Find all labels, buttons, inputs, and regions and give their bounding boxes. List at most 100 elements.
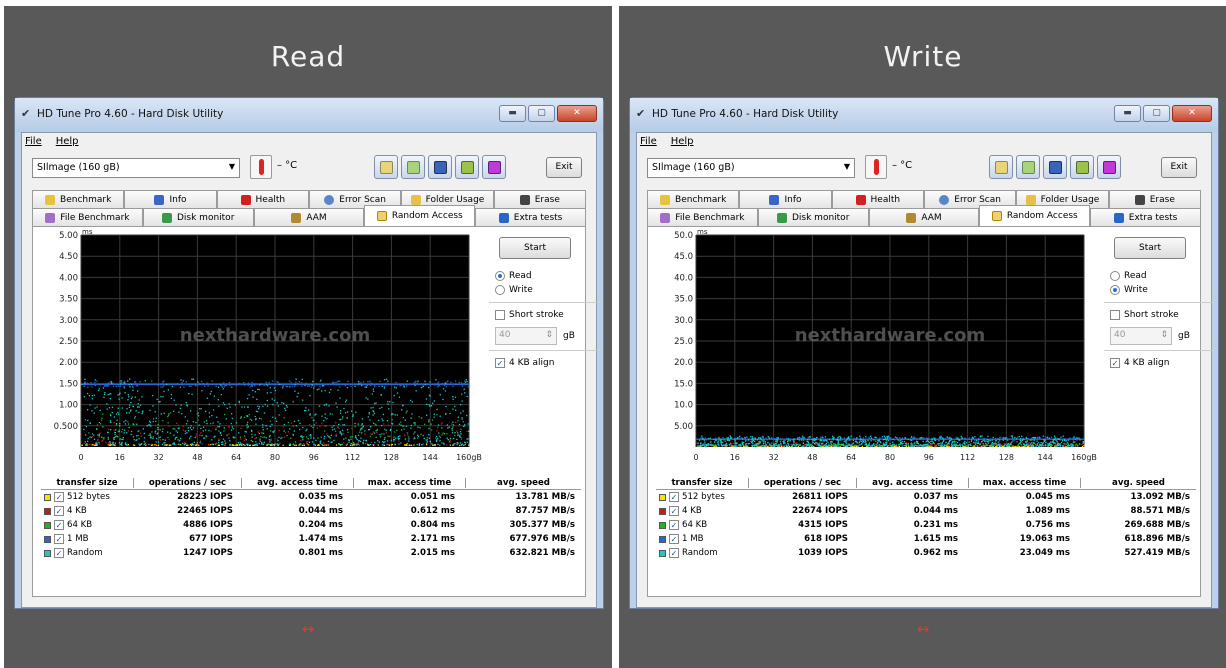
write-radio[interactable] — [495, 285, 505, 295]
options-button[interactable] — [1070, 155, 1094, 179]
series-checkbox[interactable]: ✓ — [669, 520, 679, 530]
data-point — [705, 444, 708, 446]
tab-extra-tests[interactable]: Extra tests — [475, 208, 586, 226]
tab-health[interactable]: Health — [831, 190, 924, 208]
data-point — [838, 435, 840, 438]
tab-extra-tests[interactable]: Extra tests — [1090, 208, 1201, 226]
menu-help[interactable]: Help — [56, 136, 79, 147]
short-stroke-option[interactable]: Short stroke — [1110, 308, 1208, 322]
tab-disk-monitor[interactable]: Disk monitor — [757, 208, 869, 226]
data-point — [335, 402, 337, 404]
series-checkbox[interactable]: ✓ — [669, 548, 679, 558]
drive-select[interactable]: SIlmage (160 gB) ▼ — [32, 158, 240, 178]
series-checkbox[interactable]: ✓ — [54, 534, 64, 544]
data-point — [155, 441, 157, 443]
tab-file-benchmark[interactable]: File Benchmark — [32, 208, 143, 226]
tab-health[interactable]: Health — [216, 190, 309, 208]
stroke-input[interactable]: 40 — [495, 327, 557, 345]
tab-erase[interactable]: Erase — [493, 190, 586, 208]
data-point — [1074, 438, 1076, 440]
stroke-input[interactable]: 40 — [1110, 327, 1172, 345]
data-point — [313, 385, 316, 387]
download-button[interactable] — [1097, 155, 1121, 179]
data-point — [870, 435, 872, 437]
minimize-button[interactable]: ▬ — [1114, 105, 1141, 122]
title-bar[interactable]: ✔ HD Tune Pro 4.60 - Hard Disk Utility ▬… — [15, 98, 603, 132]
data-point — [110, 421, 112, 423]
series-checkbox[interactable]: ✓ — [54, 492, 64, 502]
thermometer-icon[interactable] — [250, 155, 272, 179]
data-point — [244, 430, 246, 433]
write-option[interactable]: Write — [495, 283, 593, 297]
close-button[interactable]: ✕ — [557, 105, 597, 122]
maximize-button[interactable]: ▢ — [528, 105, 555, 122]
thermometer-icon[interactable] — [865, 155, 887, 179]
data-point — [211, 415, 213, 417]
minimize-button[interactable]: ▬ — [499, 105, 526, 122]
read-option[interactable]: Read — [1110, 269, 1208, 283]
short-stroke-checkbox[interactable] — [495, 310, 505, 320]
copy-all-button[interactable] — [401, 155, 425, 179]
options-button[interactable] — [455, 155, 479, 179]
align-checkbox[interactable]: ✓ — [495, 358, 505, 368]
data-point — [938, 440, 940, 442]
tab-aam[interactable]: AAM — [868, 208, 980, 226]
tab-erase[interactable]: Erase — [1108, 190, 1201, 208]
data-point — [144, 442, 146, 444]
short-stroke-option[interactable]: Short stroke — [495, 308, 593, 322]
save-button[interactable] — [428, 155, 452, 179]
data-point — [830, 440, 832, 443]
data-point — [135, 410, 137, 412]
start-button[interactable]: Start — [1114, 237, 1186, 259]
data-point — [998, 444, 1000, 446]
download-button[interactable] — [482, 155, 506, 179]
tab-file-benchmark[interactable]: File Benchmark — [647, 208, 758, 226]
start-button[interactable]: Start — [499, 237, 571, 259]
align-option[interactable]: ✓ 4 KB align — [495, 356, 593, 370]
tab-benchmark[interactable]: Benchmark — [647, 190, 740, 208]
tab-label: Info — [784, 194, 802, 205]
tab-random-access[interactable]: Random Access — [364, 205, 476, 226]
read-option[interactable]: Read — [495, 269, 593, 283]
data-point — [289, 443, 291, 446]
write-option[interactable]: Write — [1110, 283, 1208, 297]
write-radio[interactable] — [1110, 285, 1120, 295]
tab-disk-monitor[interactable]: Disk monitor — [142, 208, 254, 226]
menu-file[interactable]: File — [640, 136, 657, 147]
series-checkbox[interactable]: ✓ — [669, 506, 679, 516]
data-point — [386, 440, 389, 442]
maximize-button[interactable]: ▢ — [1143, 105, 1170, 122]
tab-info[interactable]: Info — [124, 190, 217, 208]
data-point — [455, 409, 457, 411]
copy-info-button[interactable] — [374, 155, 398, 179]
tab-random-access[interactable]: Random Access — [979, 205, 1091, 226]
series-checkbox[interactable]: ✓ — [54, 520, 64, 530]
data-point — [109, 442, 112, 444]
align-option[interactable]: ✓ 4 KB align — [1110, 356, 1208, 370]
menu-file[interactable]: File — [25, 136, 42, 147]
short-stroke-checkbox[interactable] — [1110, 310, 1120, 320]
data-point — [410, 427, 412, 429]
exit-button[interactable]: Exit — [546, 157, 582, 178]
tab-aam[interactable]: AAM — [253, 208, 365, 226]
data-point — [243, 439, 245, 442]
align-checkbox[interactable]: ✓ — [1110, 358, 1120, 368]
data-point — [166, 383, 168, 386]
close-button[interactable]: ✕ — [1172, 105, 1212, 122]
series-checkbox[interactable]: ✓ — [669, 534, 679, 544]
tab-info[interactable]: Info — [739, 190, 832, 208]
read-radio[interactable] — [1110, 271, 1120, 281]
copy-all-button[interactable] — [1016, 155, 1040, 179]
copy-info-button[interactable] — [989, 155, 1013, 179]
drive-select[interactable]: SIlmage (160 gB) ▼ — [647, 158, 855, 178]
series-checkbox[interactable]: ✓ — [54, 506, 64, 516]
read-radio[interactable] — [495, 271, 505, 281]
save-button[interactable] — [1043, 155, 1067, 179]
title-bar[interactable]: ✔ HD Tune Pro 4.60 - Hard Disk Utility ▬… — [630, 98, 1218, 132]
series-checkbox[interactable]: ✓ — [669, 492, 679, 502]
data-point — [905, 443, 907, 445]
menu-help[interactable]: Help — [671, 136, 694, 147]
tab-benchmark[interactable]: Benchmark — [32, 190, 125, 208]
exit-button[interactable]: Exit — [1161, 157, 1197, 178]
series-checkbox[interactable]: ✓ — [54, 548, 64, 558]
